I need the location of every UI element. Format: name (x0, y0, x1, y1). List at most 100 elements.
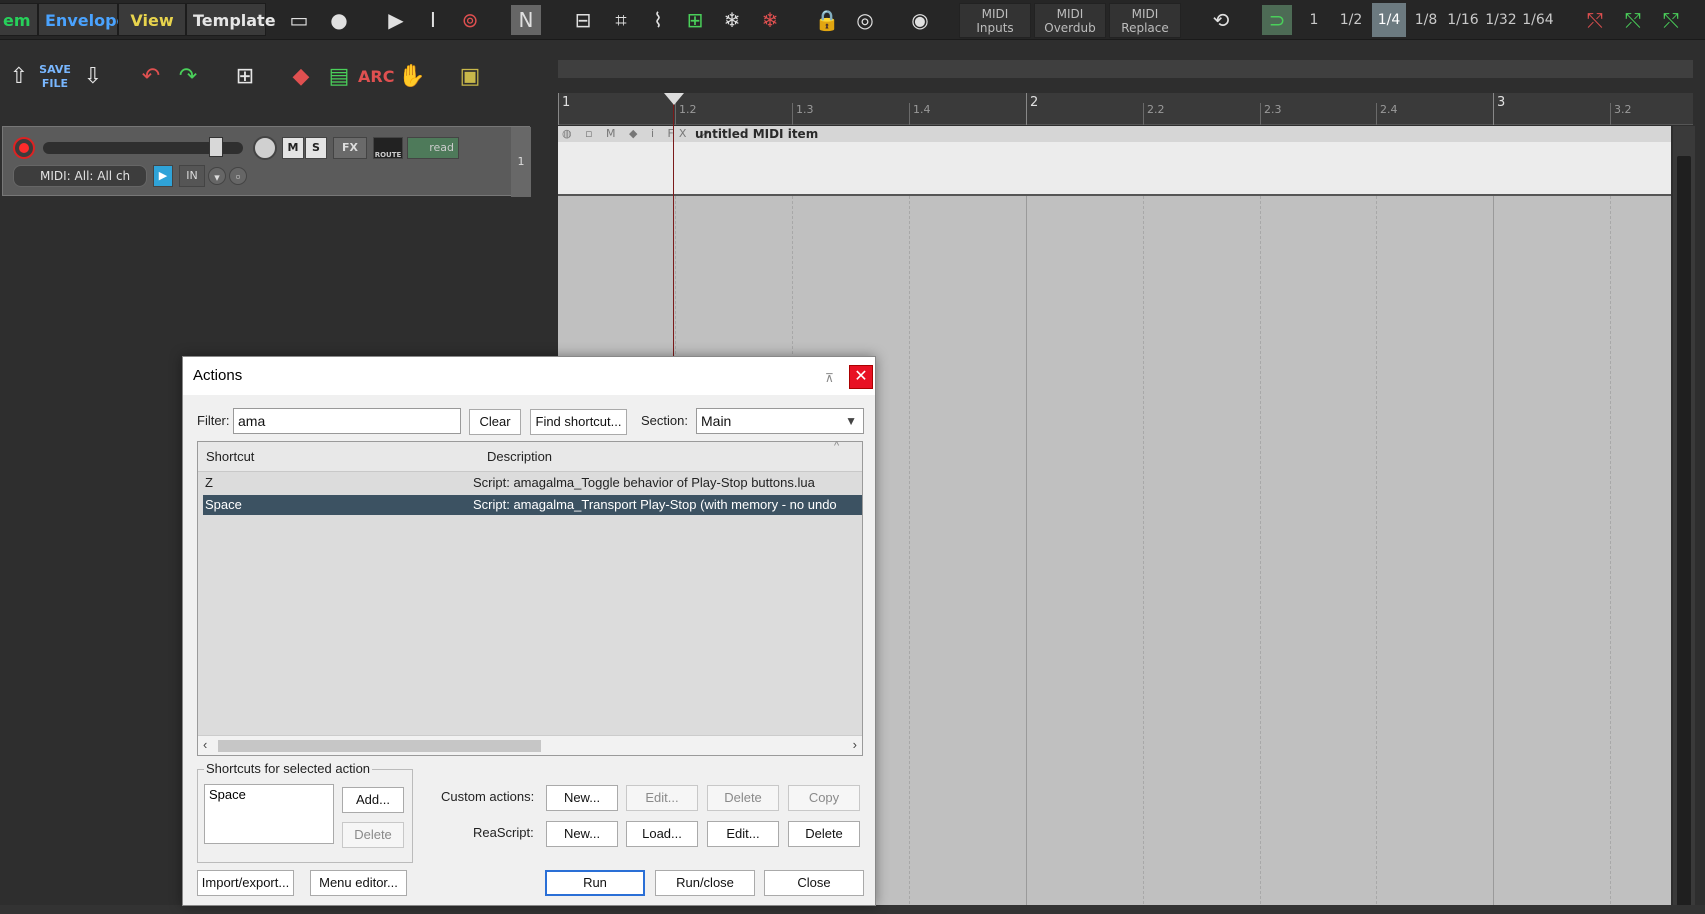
freeze-icon[interactable]: ❄ (717, 5, 747, 35)
record-mode-icon[interactable]: ◉ (905, 5, 935, 35)
upload-icon[interactable]: ⇧ (2, 60, 36, 94)
grid-1-2[interactable]: 1/2 (1334, 3, 1368, 37)
close-icon[interactable]: ✕ (849, 365, 873, 389)
grid-snap-icon[interactable]: ⊞ (680, 5, 710, 35)
midi-input-select[interactable]: MIDI: All: All ch (13, 165, 147, 187)
reaper-window: em Envelope View Template ▭ ● ▶ I ⊚ N ⊟ … (0, 0, 1705, 914)
actions-list[interactable]: Shortcut Description ^ Z Script: amagalm… (197, 440, 863, 756)
midi-item[interactable]: ◍ ▫ M ◆ i FX ↗ untitled MIDI item (558, 126, 1671, 142)
reascript-edit-button[interactable]: Edit... (707, 821, 779, 847)
add-shortcut-button[interactable]: Add... (342, 787, 404, 813)
horizontal-scrollbar-top[interactable] (558, 60, 1693, 78)
mixer-icon[interactable]: ⊞ (228, 60, 262, 94)
envelope-red-icon[interactable]: ⤲ (1580, 5, 1610, 35)
track-number: 1 (511, 127, 531, 197)
new-project-icon[interactable]: ▭ (284, 5, 314, 35)
close-button[interactable]: Close (764, 870, 864, 896)
reascript-load-button[interactable]: Load... (626, 821, 698, 847)
grid-1-16[interactable]: 1/16 (1446, 3, 1480, 37)
grid-1-8[interactable]: 1/8 (1409, 3, 1443, 37)
pin-icon[interactable]: ⊼ (825, 371, 841, 385)
redo-icon[interactable]: ↷ (171, 60, 205, 94)
unfreeze-icon[interactable]: ❄ (755, 5, 785, 35)
region-icon[interactable]: ▣ (453, 60, 487, 94)
input-button[interactable]: IN (179, 165, 205, 187)
split-icon[interactable]: ⊟ (568, 5, 598, 35)
loop-icon[interactable]: ⟲ (1206, 5, 1236, 35)
list-horizontal-scrollbar[interactable]: ‹ › (198, 735, 862, 755)
metronome-icon[interactable]: ◎ (850, 5, 880, 35)
playhead-marker[interactable] (664, 93, 684, 105)
eraser-icon[interactable]: ◆ (284, 60, 318, 94)
custom-delete-button[interactable]: Delete (707, 785, 779, 811)
pan-knob[interactable] (253, 136, 277, 160)
grid-1[interactable]: 1 (1297, 3, 1331, 37)
snap-icon[interactable]: ⊃ (1262, 5, 1292, 35)
delete-shortcut-button[interactable]: Delete (342, 822, 404, 848)
scrollbar-thumb[interactable] (218, 740, 541, 752)
midi-inputs-button[interactable]: MIDI Inputs (959, 3, 1031, 38)
midi-overdub-button[interactable]: MIDI Overdub (1034, 3, 1106, 38)
fx-button[interactable]: FX (333, 137, 367, 159)
solo-button[interactable]: S (305, 137, 327, 159)
column-shortcut[interactable]: Shortcut (206, 449, 254, 464)
timeline-ruler[interactable]: 1 1.2 1.3 1.4 2 2.2 2.3 2.4 3 3.2 (558, 93, 1693, 125)
reascript-new-button[interactable]: New... (546, 821, 618, 847)
list-item[interactable]: Z Script: amagalma_Toggle behavior of Pl… (203, 473, 862, 493)
list-item-selected[interactable]: Space Script: amagalma_Transport Play-St… (203, 495, 862, 515)
menu-item-em[interactable]: em (0, 3, 38, 36)
ruler-label: 1.3 (796, 103, 814, 116)
text-cursor-icon[interactable]: I (418, 5, 448, 35)
crossfade-icon[interactable]: ⌇ (643, 5, 673, 35)
run-close-button[interactable]: Run/close (655, 870, 755, 896)
grid-1-64[interactable]: 1/64 (1521, 3, 1555, 37)
envelope-green-icon[interactable]: ⤲ (1618, 5, 1648, 35)
custom-new-button[interactable]: New... (546, 785, 618, 811)
import-export-button[interactable]: Import/export... (197, 870, 294, 896)
grid-1-32[interactable]: 1/32 (1484, 3, 1518, 37)
custom-copy-button[interactable]: Copy (788, 785, 860, 811)
shortcut-list[interactable]: Space (204, 784, 334, 844)
mute-button[interactable]: M (282, 137, 304, 159)
midi-editor-icon[interactable]: ▤ (322, 60, 356, 94)
scroll-right-icon[interactable]: › (853, 737, 857, 752)
custom-edit-button[interactable]: Edit... (626, 785, 698, 811)
input-settings-icon[interactable]: ◦ (229, 167, 247, 185)
clear-button[interactable]: Clear (469, 409, 521, 435)
section-select[interactable]: Main ▼ (696, 408, 864, 434)
menu-item-view[interactable]: View (118, 3, 186, 36)
ripple-icon[interactable]: N (511, 5, 541, 35)
playhead[interactable] (673, 96, 674, 356)
save-file-icon[interactable]: SAVE FILE (38, 60, 72, 94)
reascript-delete-button[interactable]: Delete (788, 821, 860, 847)
grid-1-4[interactable]: 1/4 (1372, 3, 1406, 37)
menu-item-envelope[interactable]: Envelope (38, 3, 127, 36)
volume-fader-knob[interactable] (209, 137, 223, 157)
column-description[interactable]: Description (487, 449, 552, 464)
arc-icon[interactable]: ARC (358, 60, 394, 94)
find-shortcut-button[interactable]: Find shortcut... (530, 409, 627, 435)
undo-icon[interactable]: ↶ (134, 60, 168, 94)
record-arm-button[interactable] (13, 137, 35, 159)
dialog-titlebar[interactable]: Actions ⊼ ✕ (183, 357, 875, 395)
menu-item-template[interactable]: Template (186, 3, 276, 36)
lock-icon[interactable]: 🔒 (812, 5, 842, 35)
run-button[interactable]: Run (545, 870, 645, 896)
download-icon[interactable]: ⇩ (76, 60, 110, 94)
envelope-add-icon[interactable]: ⤲ (1656, 5, 1686, 35)
monitor-button[interactable]: ▶ (153, 165, 173, 187)
input-dropdown-icon[interactable]: ▾ (208, 167, 226, 185)
menu-editor-button[interactable]: Menu editor... (310, 870, 407, 896)
glue-icon[interactable]: ⌗ (606, 5, 636, 35)
route-button[interactable]: ROUTE (373, 137, 403, 159)
play-icon[interactable]: ▶ (381, 5, 411, 35)
hand-icon[interactable]: ✋ (395, 60, 429, 94)
record-arm-icon[interactable]: ⊚ (455, 5, 485, 35)
vertical-scrollbar[interactable] (1673, 126, 1695, 914)
midi-replace-button[interactable]: MIDI Replace (1109, 3, 1181, 38)
comment-icon[interactable]: ● (324, 5, 354, 35)
filter-input[interactable]: ama (233, 408, 461, 434)
track-lane[interactable]: ◍ ▫ M ◆ i FX ↗ untitled MIDI item (558, 126, 1671, 196)
automation-mode-button[interactable]: read (407, 137, 459, 159)
scroll-left-icon[interactable]: ‹ (203, 737, 207, 752)
